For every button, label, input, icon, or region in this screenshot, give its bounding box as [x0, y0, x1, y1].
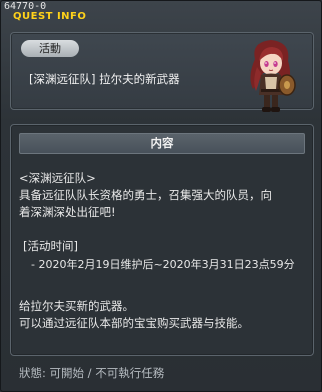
content-header: 内容	[19, 133, 305, 154]
quest-name: [深渊远征队] 拉尔夫的新武器	[29, 72, 180, 86]
body-line: 给拉尔夫买新的武器。	[19, 299, 134, 313]
category-badge: 活動	[21, 40, 79, 57]
npc-avatar-icon	[250, 40, 296, 112]
body-line: 具备远征队队长资格的勇士，召集强大的队员，向	[19, 188, 272, 202]
body-line: - 2020年2月19日维护后~2020年3月31日23点59分	[31, 258, 295, 271]
body-line: 可以通过远征队本部的宝宝购买武器与技能。	[19, 316, 249, 330]
body-line: 着深渊深处出征吧!	[19, 205, 116, 219]
quest-info-window: 64770-0 QUEST INFO 活動 [深渊远征队] 拉尔夫的新武器 内容…	[0, 0, 322, 392]
body-line: <深渊远征队>	[19, 171, 96, 185]
window-title: QUEST INFO	[13, 11, 87, 22]
quest-header-panel: 活動 [深渊远征队] 拉尔夫的新武器	[10, 32, 314, 112]
quest-status: 狀態: 可開始 / 不可執行任務	[19, 366, 165, 380]
body-line: [活动时间]	[23, 239, 78, 253]
